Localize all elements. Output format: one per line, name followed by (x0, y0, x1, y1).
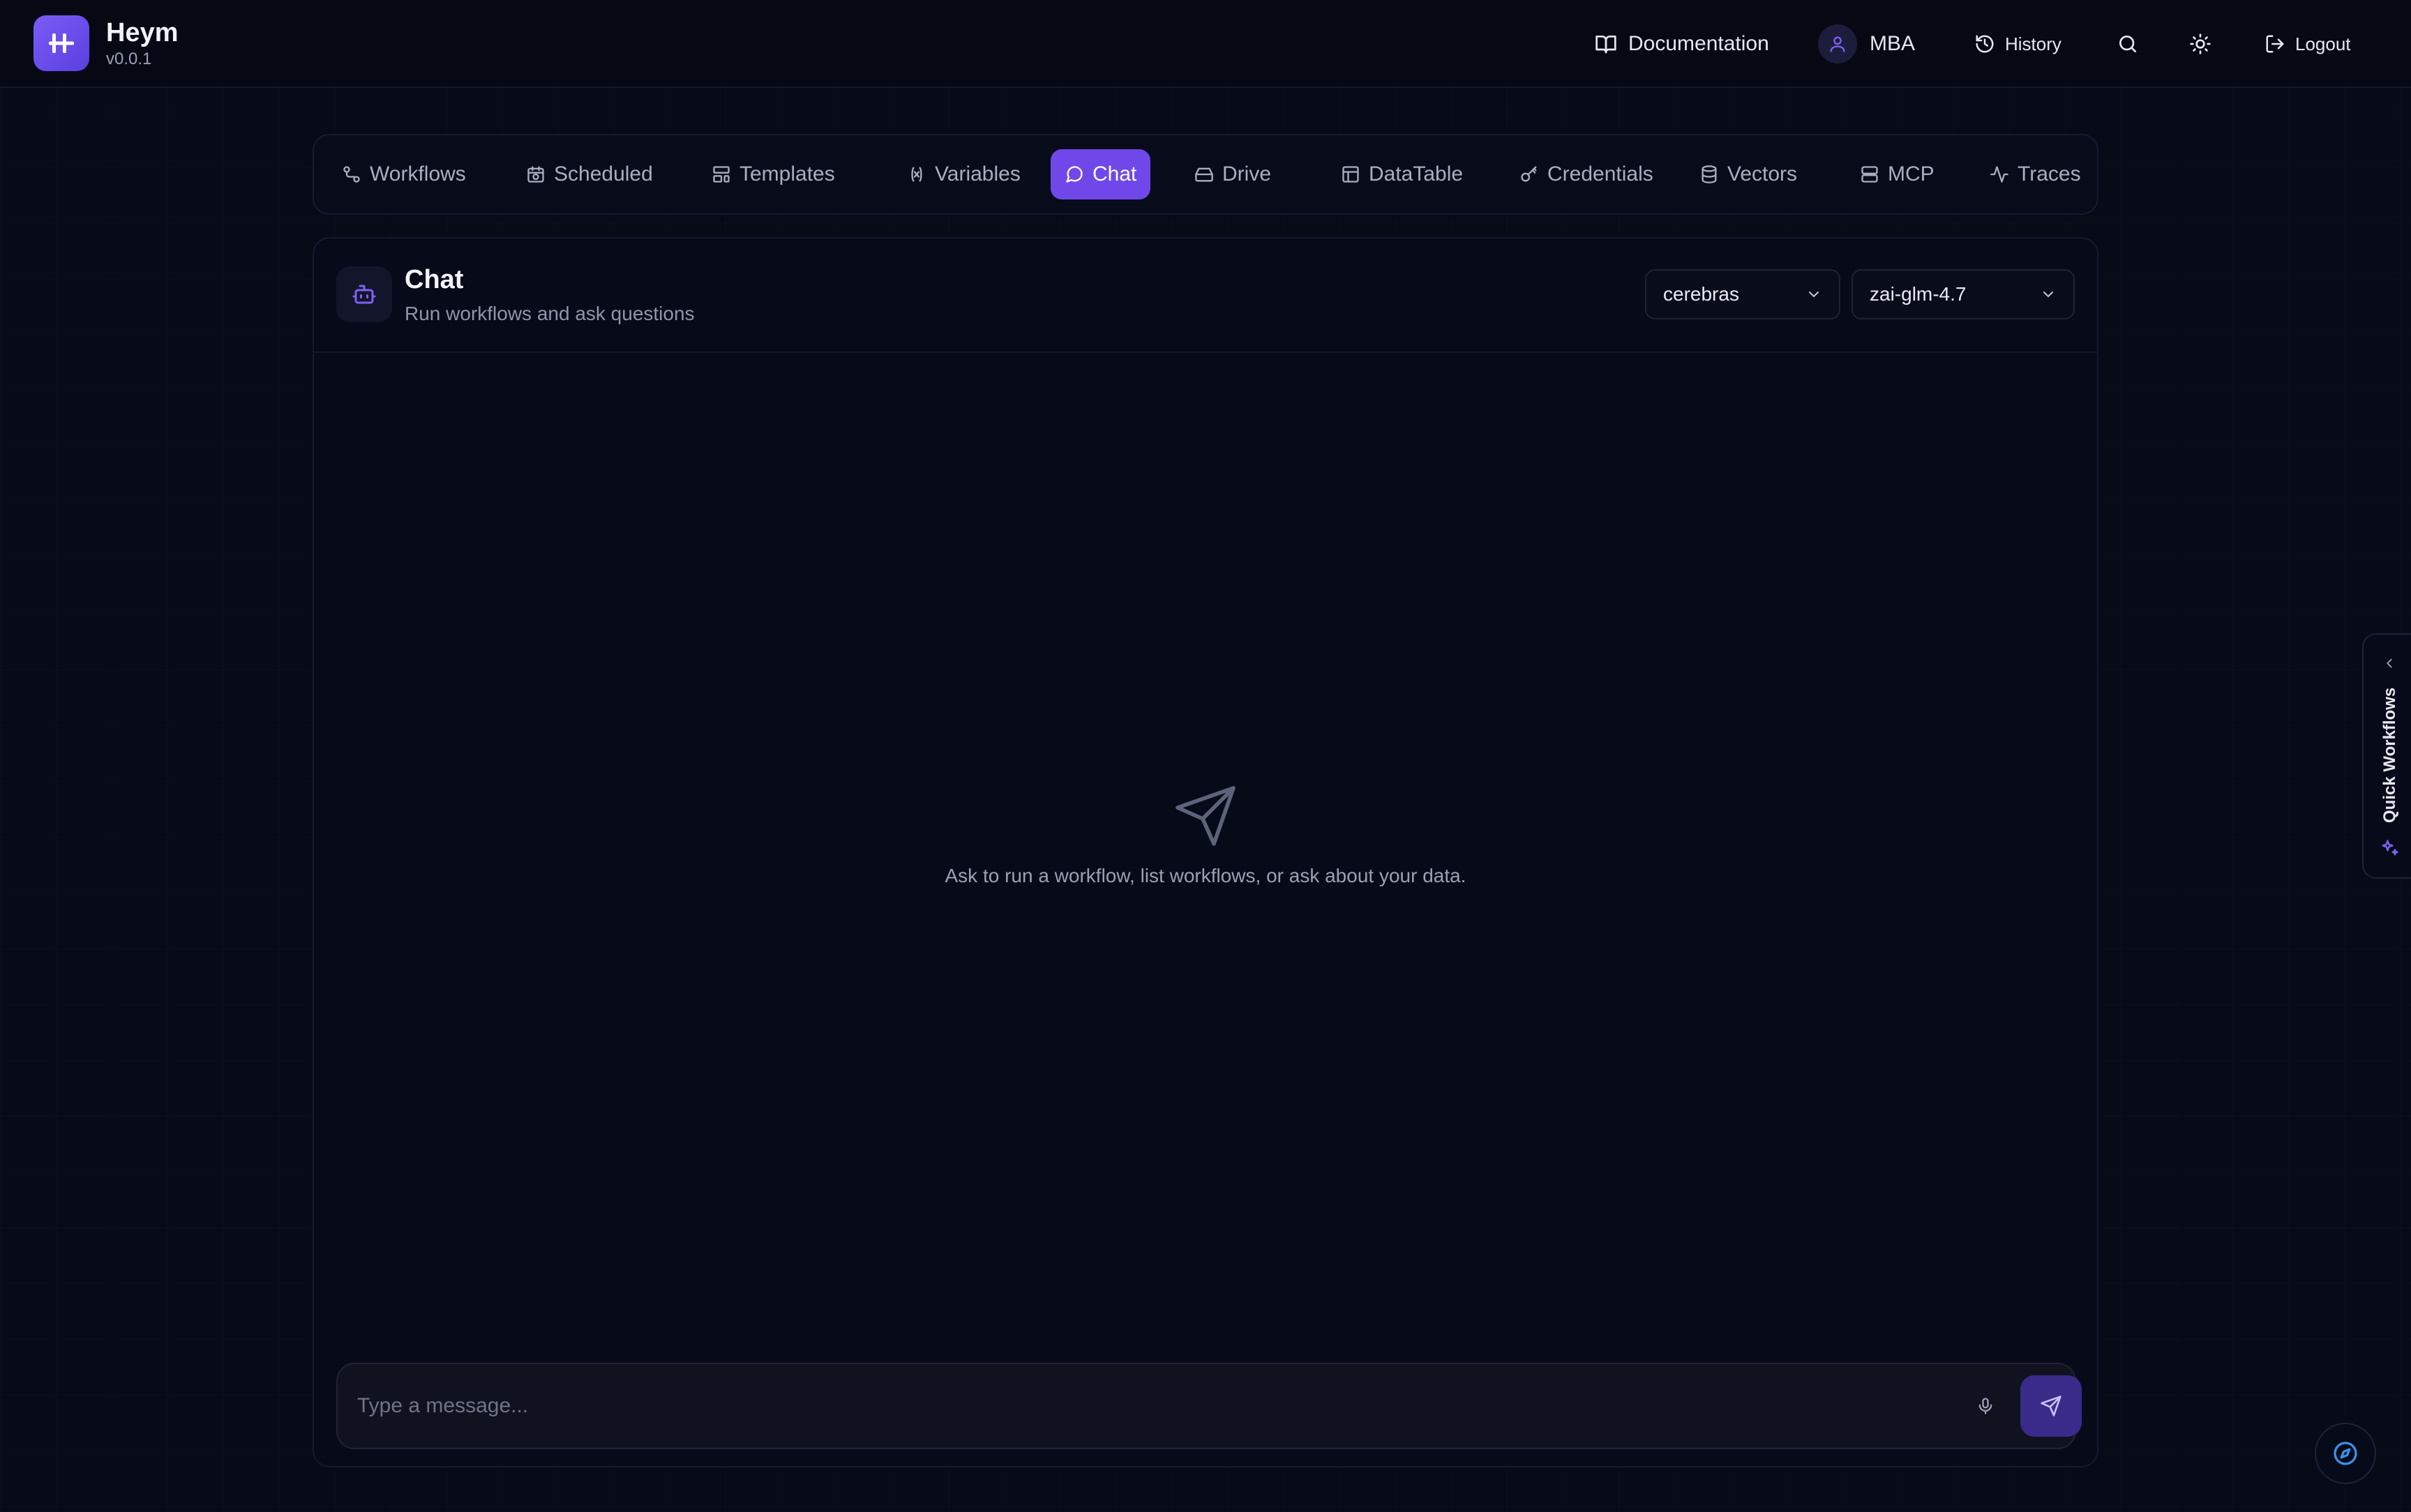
main-tab-bar: Workflows Scheduled Templates Variables … (313, 134, 2098, 215)
history-button[interactable]: History (1974, 20, 2061, 68)
tab-workflows[interactable]: Workflows (328, 149, 480, 199)
table-icon (1342, 166, 1359, 183)
user-name: MBA (1870, 32, 1916, 55)
tab-templates[interactable]: Templates (698, 149, 849, 199)
documentation-button[interactable]: Documentation (1595, 20, 1769, 68)
layout-template-icon (713, 166, 730, 183)
documentation-label: Documentation (1628, 32, 1769, 55)
quick-workflows-label: Quick Workflows (2380, 687, 2399, 823)
tab-label: Variables (935, 162, 1021, 186)
logout-button[interactable]: Logout (2264, 20, 2351, 68)
chevron-down-icon (2043, 292, 2053, 298)
tab-label: Traces (2018, 162, 2081, 186)
chevron-left-icon (2386, 658, 2392, 668)
model-value: zai-glm-4.7 (1870, 283, 1967, 305)
sparkles-icon (2382, 840, 2398, 856)
tab-label: DataTable (1369, 162, 1464, 186)
top-bar: Heym v0.0.1 Documentation MBA History Lo… (0, 0, 2411, 88)
microphone-button[interactable] (1971, 1392, 1999, 1420)
tab-label: Chat (1092, 162, 1137, 186)
chat-panel: Chat Run workflows and ask questions cer… (313, 237, 2098, 1467)
chat-header: Chat Run workflows and ask questions cer… (314, 239, 2097, 353)
heym-logo-icon (33, 15, 89, 71)
search-button[interactable] (2117, 20, 2139, 68)
tab-label: Vectors (1727, 162, 1798, 186)
search-icon (2119, 36, 2136, 52)
avatar (1818, 24, 1857, 63)
message-circle-icon (1066, 166, 1083, 183)
empty-state-message: Ask to run a workflow, list workflows, o… (945, 865, 1466, 886)
model-select[interactable]: zai-glm-4.7 (1852, 269, 2075, 319)
sun-icon (2190, 33, 2211, 54)
activity-icon (1990, 166, 2008, 183)
logout-label: Logout (2295, 33, 2351, 54)
chevron-down-icon (1809, 292, 1819, 298)
compass-icon (2334, 1442, 2357, 1465)
brand[interactable]: Heym v0.0.1 (33, 15, 179, 71)
hard-drive-icon (1195, 167, 1213, 182)
user-icon (1830, 36, 1845, 52)
workflows-icon (343, 166, 360, 183)
tab-variables[interactable]: Variables (893, 149, 1035, 199)
tab-mcp[interactable]: MCP (1846, 149, 1948, 199)
variable-icon (911, 167, 922, 182)
provider-value: cerebras (1663, 283, 1739, 305)
key-icon (1521, 166, 1537, 182)
quick-workflows-toggle[interactable]: Quick Workflows (2362, 633, 2411, 879)
provider-select[interactable]: cerebras (1645, 269, 1840, 319)
tab-label: Drive (1222, 162, 1272, 186)
server-icon (1861, 166, 1878, 183)
page-subtitle: Run workflows and ask questions (405, 303, 695, 324)
compass-button[interactable] (2315, 1423, 2376, 1484)
tab-credentials[interactable]: Credentials (1505, 149, 1667, 199)
tab-traces[interactable]: Traces (1976, 149, 2095, 199)
tab-datatable[interactable]: DataTable (1327, 149, 1477, 199)
book-open-icon (1595, 36, 1616, 54)
tab-label: Credentials (1547, 162, 1653, 186)
tab-label: Templates (739, 162, 835, 186)
tab-scheduled[interactable]: Scheduled (512, 149, 667, 199)
theme-toggle-button[interactable] (2189, 20, 2211, 68)
bot-icon (336, 266, 392, 322)
database-icon (1702, 165, 1717, 183)
history-icon (1976, 35, 1994, 53)
send-icon (1176, 786, 1235, 846)
calendar-clock-icon (527, 166, 544, 183)
page-title: Chat (405, 265, 464, 294)
send-button[interactable] (2020, 1375, 2082, 1437)
app-name: Heym (106, 18, 179, 47)
tab-vectors[interactable]: Vectors (1685, 149, 1811, 199)
tab-label: Workflows (370, 162, 466, 186)
send-icon (2041, 1396, 2061, 1416)
tab-drive[interactable]: Drive (1180, 149, 1285, 199)
user-menu-button[interactable]: MBA (1818, 20, 1915, 68)
tab-chat[interactable]: Chat (1051, 149, 1151, 199)
empty-state: Ask to run a workflow, list workflows, o… (314, 783, 2097, 887)
microphone-icon (1978, 1398, 1992, 1414)
message-composer (336, 1363, 2082, 1449)
tab-label: MCP (1888, 162, 1935, 186)
message-input[interactable] (357, 1385, 1892, 1427)
logout-icon (2266, 35, 2284, 53)
tab-label: Scheduled (554, 162, 653, 186)
app-version: v0.0.1 (106, 50, 152, 68)
history-label: History (2005, 33, 2061, 54)
